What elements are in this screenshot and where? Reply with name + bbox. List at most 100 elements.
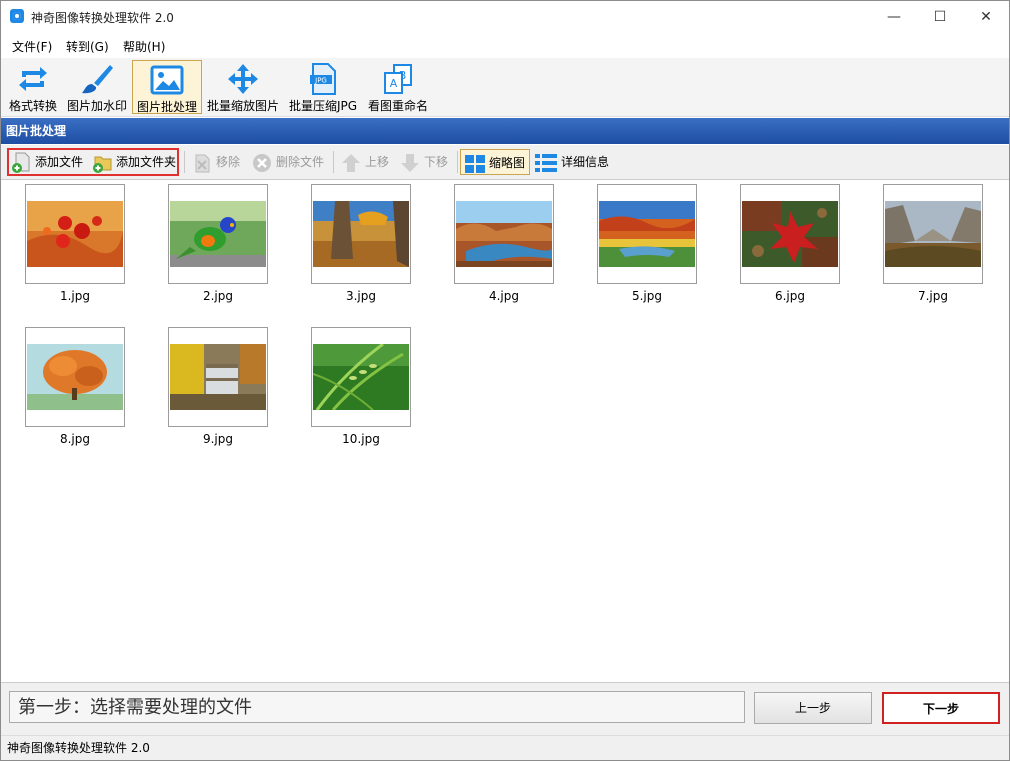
list-view-icon	[535, 153, 557, 172]
tool-label: 格式转换	[8, 99, 57, 113]
file-name: 4.jpg	[488, 289, 520, 303]
photo-rose-hips	[27, 201, 123, 267]
thumbnail-item[interactable]: 9.jpg	[168, 327, 268, 446]
tool-batch-process[interactable]: 图片批处理	[132, 60, 202, 114]
thumbnail-frame	[168, 184, 268, 284]
tool-watermark[interactable]: 图片加水印	[65, 60, 129, 114]
thumbnail-item[interactable]: 1.jpg	[25, 184, 125, 303]
toolbar-separator	[184, 151, 185, 173]
photo-red-leaf	[742, 201, 838, 267]
arrow-down-icon	[401, 153, 419, 172]
tool-label: 图片加水印	[66, 99, 127, 113]
thumbnail-frame	[597, 184, 697, 284]
main-toolbar: 格式转换 图片加水印 图片批处理 批量缩放图片 JPG 批量压缩JPG A 看图…	[1, 58, 1009, 117]
photo-orange-tree	[27, 344, 123, 410]
thumbnail-frame	[883, 184, 983, 284]
move-down-label: 下移	[424, 155, 449, 169]
thumbnail-item[interactable]: 4.jpg	[454, 184, 554, 303]
tool-label: 图片批处理	[136, 100, 197, 114]
menu-help[interactable]: 帮助(H)	[123, 38, 165, 55]
toolbar-separator	[333, 151, 334, 173]
photo-river	[456, 201, 552, 267]
file-name: 8.jpg	[59, 432, 91, 446]
app-logo-icon	[10, 9, 24, 23]
thumbnail-frame	[740, 184, 840, 284]
step-instruction: 第一步：选择需要处理的文件	[9, 691, 745, 723]
grid-view-icon	[465, 154, 485, 173]
image-icon	[150, 65, 184, 95]
app-window: 神奇图像转换处理软件 2.0 — ☐ ✕ 文件(F) 转到(G) 帮助(H) 格…	[0, 0, 1010, 761]
delete-circle-icon	[253, 153, 271, 172]
file-name: 6.jpg	[774, 289, 806, 303]
close-button[interactable]: ✕	[963, 1, 1009, 33]
minimize-button[interactable]: —	[871, 1, 917, 33]
tool-batch-resize[interactable]: 批量缩放图片	[206, 60, 280, 114]
next-step-button[interactable]: 下一步	[882, 692, 1000, 724]
sub-toolbar: 添加文件 添加文件夹 移除 删除文件 上移 下移 缩略图 详细信息	[1, 145, 1009, 180]
thumbnail-view-label: 缩略图	[489, 156, 526, 170]
thumbnail-item[interactable]: 7.jpg	[883, 184, 983, 303]
menu-goto[interactable]: 转到(G)	[66, 38, 109, 55]
section-title: 图片批处理	[1, 118, 1009, 144]
detail-view-button[interactable]: 详细信息	[534, 149, 609, 175]
status-bar: 神奇图像转换处理软件 2.0	[1, 735, 1009, 760]
photo-parrot	[170, 201, 266, 267]
file-name: 3.jpg	[345, 289, 377, 303]
thumbnail-frame	[454, 184, 554, 284]
tool-label: 看图重命名	[367, 99, 428, 113]
photo-valley	[885, 201, 981, 267]
wizard-footer: 第一步：选择需要处理的文件 上一步 下一步	[1, 682, 1009, 735]
thumbnail-item[interactable]: 5.jpg	[597, 184, 697, 303]
tool-label: 批量缩放图片	[206, 99, 279, 113]
tool-batch-compress[interactable]: JPG 批量压缩JPG	[286, 60, 360, 114]
menu-bar: 文件(F) 转到(G) 帮助(H)	[1, 33, 1009, 57]
file-name: 2.jpg	[202, 289, 234, 303]
tool-format-convert[interactable]: 格式转换	[5, 60, 61, 114]
thumbnail-frame	[25, 327, 125, 427]
detail-view-label: 详细信息	[561, 155, 610, 169]
photo-waterfall	[170, 344, 266, 410]
thumbnail-item[interactable]: 6.jpg	[740, 184, 840, 303]
add-file-button[interactable]: 添加文件	[10, 149, 83, 175]
prev-step-button[interactable]: 上一步	[754, 692, 872, 724]
toolbar-separator	[457, 151, 458, 173]
jpg-file-icon: JPG	[310, 63, 336, 95]
thumbnail-view-button[interactable]: 缩略图	[460, 149, 530, 175]
thumbnail-frame	[168, 327, 268, 427]
delete-file-button[interactable]: 删除文件	[251, 149, 324, 175]
svg-text:A: A	[390, 77, 398, 90]
title-bar: 神奇图像转换处理软件 2.0 — ☐ ✕	[1, 1, 1009, 33]
arrow-up-icon	[342, 153, 360, 172]
tool-rename[interactable]: B A 看图重命名	[365, 60, 431, 114]
move-arrows-icon	[228, 64, 258, 94]
move-up-button[interactable]: 上移	[340, 149, 389, 175]
move-down-button[interactable]: 下移	[399, 149, 448, 175]
move-up-label: 上移	[365, 155, 390, 169]
file-name: 9.jpg	[202, 432, 234, 446]
remove-icon	[195, 154, 210, 172]
file-name: 1.jpg	[59, 289, 91, 303]
paint-brush-icon	[82, 65, 113, 94]
thumbnail-item[interactable]: 2.jpg	[168, 184, 268, 303]
photo-rice-plant	[313, 344, 409, 410]
remove-label: 移除	[216, 155, 241, 169]
thumbnail-item[interactable]: 3.jpg	[311, 184, 411, 303]
maximize-button[interactable]: ☐	[917, 1, 963, 33]
add-folder-icon	[93, 156, 112, 173]
thumbnail-item[interactable]: 10.jpg	[311, 327, 411, 446]
convert-arrows-icon	[19, 67, 47, 91]
thumbnail-frame	[311, 184, 411, 284]
thumbnail-frame	[25, 184, 125, 284]
add-file-icon	[12, 152, 30, 173]
add-file-label: 添加文件	[35, 155, 84, 169]
add-folder-button[interactable]: 添加文件夹	[91, 149, 176, 175]
file-name: 10.jpg	[342, 432, 380, 446]
file-name: 7.jpg	[917, 289, 949, 303]
svg-text:JPG: JPG	[314, 77, 327, 85]
menu-file[interactable]: 文件(F)	[12, 38, 52, 55]
photo-autumn-tree	[313, 201, 409, 267]
remove-button[interactable]: 移除	[191, 149, 240, 175]
thumbnail-grid: 1.jpg 2.jpg 3.jpg 4.jpg 5.jpg 6.jpg 7.jp…	[1, 180, 1009, 682]
thumbnail-frame	[311, 327, 411, 427]
thumbnail-item[interactable]: 8.jpg	[25, 327, 125, 446]
